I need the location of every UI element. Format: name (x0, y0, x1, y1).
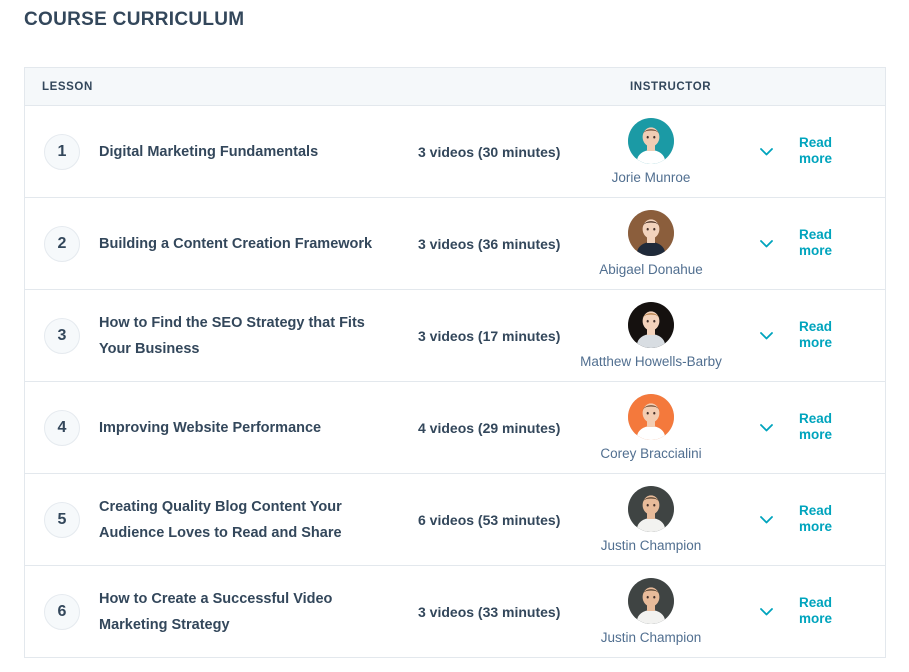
instructor-name: Corey Braccialini (600, 445, 702, 461)
lesson-video-count: 3 videos (33 minutes) (418, 603, 561, 620)
read-more-link[interactable]: Read more (799, 227, 845, 259)
lesson-number-cell: 6 (25, 593, 99, 630)
instructor-avatar (628, 577, 674, 624)
read-more-cell: Read more (797, 411, 885, 444)
table-body: 1 Digital Marketing Fundamentals 3 video… (25, 106, 885, 658)
instructor-avatar (628, 209, 674, 256)
lesson-title[interactable]: Digital Marketing Fundamentals (99, 139, 392, 165)
lesson-video-count: 4 videos (29 minutes) (418, 419, 561, 436)
table-row-3[interactable]: 3 How to Find the SEO Strategy that Fits… (25, 290, 885, 382)
expand-toggle[interactable] (735, 239, 797, 248)
table-header-row: LESSON INSTRUCTOR (25, 68, 885, 106)
read-more-link[interactable]: Read more (799, 503, 845, 535)
expand-toggle[interactable] (735, 331, 797, 340)
instructor-cell: Justin Champion (567, 574, 735, 650)
expand-toggle[interactable] (735, 607, 797, 616)
read-more-link[interactable]: Read more (799, 595, 845, 627)
instructor-cell: Jorie Munroe (567, 114, 735, 190)
read-more-cell: Read more (797, 135, 885, 168)
instructor-name: Jorie Munroe (611, 169, 691, 185)
column-header-instructor: INSTRUCTOR (630, 80, 712, 93)
table-row-6[interactable]: 6 How to Create a Successful Video Marke… (25, 566, 885, 658)
table-row-1[interactable]: 1 Digital Marketing Fundamentals 3 video… (25, 106, 885, 198)
read-more-cell: Read more (797, 319, 885, 352)
read-more-cell: Read more (797, 503, 885, 536)
expand-toggle[interactable] (735, 147, 797, 156)
table-row-4[interactable]: 4 Improving Website Performance 4 videos… (25, 382, 885, 474)
instructor-avatar (628, 393, 674, 440)
lesson-video-count: 3 videos (17 minutes) (418, 327, 561, 344)
instructor-avatar (628, 485, 674, 532)
lesson-number-cell: 2 (25, 225, 99, 262)
lesson-video-count: 3 videos (30 minutes) (418, 143, 561, 160)
chevron-down-icon (759, 423, 773, 431)
read-more-link[interactable]: Read more (799, 319, 845, 351)
lesson-title[interactable]: How to Find the SEO Strategy that Fits Y… (99, 310, 392, 362)
lesson-number-badge: 6 (44, 593, 80, 630)
lesson-number-badge: 5 (44, 501, 80, 538)
read-more-link[interactable]: Read more (799, 135, 845, 167)
lesson-title[interactable]: Creating Quality Blog Content Your Audie… (99, 494, 392, 546)
column-header-lesson: LESSON (42, 80, 93, 93)
lesson-title[interactable]: Building a Content Creation Framework (99, 231, 392, 257)
chevron-down-icon (759, 147, 773, 155)
table-row-5[interactable]: 5 Creating Quality Blog Content Your Aud… (25, 474, 885, 566)
instructor-cell: Matthew Howells-Barby (567, 298, 735, 374)
instructor-cell: Abigael Donahue (567, 206, 735, 282)
instructor-avatar (628, 117, 674, 164)
lesson-number-cell: 1 (25, 133, 99, 170)
instructor-cell: Corey Braccialini (567, 390, 735, 466)
course-curriculum-page: COURSE CURRICULUM LESSON INSTRUCTOR 1 Di… (0, 0, 909, 672)
instructor-cell: Justin Champion (567, 482, 735, 558)
read-more-cell: Read more (797, 595, 885, 628)
chevron-down-icon (759, 239, 773, 247)
read-more-cell: Read more (797, 227, 885, 260)
chevron-down-icon (759, 515, 773, 523)
lesson-number-badge: 3 (44, 317, 80, 354)
lesson-number-badge: 2 (44, 225, 80, 262)
page-title: COURSE CURRICULUM (24, 9, 245, 30)
chevron-down-icon (759, 607, 773, 615)
lesson-number-cell: 5 (25, 501, 99, 538)
instructor-name: Justin Champion (600, 537, 702, 553)
lesson-number-cell: 3 (25, 317, 99, 354)
lesson-title[interactable]: How to Create a Successful Video Marketi… (99, 586, 392, 638)
lesson-number-badge: 1 (44, 133, 80, 170)
table-row-2[interactable]: 2 Building a Content Creation Framework … (25, 198, 885, 290)
instructor-name: Justin Champion (600, 629, 702, 645)
lesson-title[interactable]: Improving Website Performance (99, 415, 392, 441)
lesson-number-badge: 4 (44, 409, 80, 446)
lesson-video-count: 6 videos (53 minutes) (418, 511, 561, 528)
lesson-number-cell: 4 (25, 409, 99, 446)
lesson-video-count: 3 videos (36 minutes) (418, 235, 561, 252)
expand-toggle[interactable] (735, 515, 797, 524)
chevron-down-icon (759, 331, 773, 339)
instructor-name: Abigael Donahue (599, 261, 703, 277)
expand-toggle[interactable] (735, 423, 797, 432)
curriculum-table: LESSON INSTRUCTOR 1 Digital Marketing Fu… (24, 67, 886, 658)
instructor-avatar (628, 301, 674, 348)
read-more-link[interactable]: Read more (799, 411, 845, 443)
instructor-name: Matthew Howells-Barby (580, 353, 722, 369)
